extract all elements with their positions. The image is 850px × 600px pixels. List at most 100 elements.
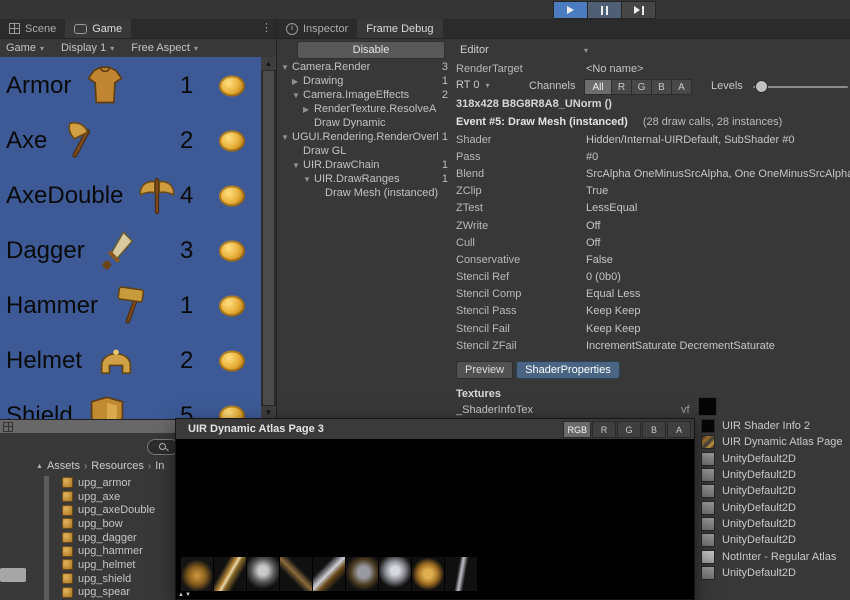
state-label: ZTest bbox=[453, 202, 586, 214]
foldout-open-icon[interactable]: ▼ bbox=[281, 63, 292, 72]
atlas-channel-b-button[interactable]: B bbox=[642, 421, 666, 438]
tab-scene[interactable]: Scene bbox=[0, 19, 65, 38]
arrow-down-icon: ▼ bbox=[185, 592, 192, 598]
state-label: ZWrite bbox=[453, 220, 586, 232]
tab-inspector[interactable]: Inspector bbox=[277, 19, 357, 38]
breadcrumb-assets[interactable]: Assets bbox=[47, 460, 80, 472]
scrollbar-handle[interactable] bbox=[0, 568, 26, 582]
atlas-channel-rgb-button[interactable]: RGB bbox=[563, 421, 591, 438]
game-mode-dropdown[interactable]: Game ▾ bbox=[0, 42, 55, 54]
event-row[interactable]: ▼ UIR.DrawRanges 1 bbox=[277, 172, 453, 186]
asset-item[interactable]: upg_hammer bbox=[56, 544, 175, 558]
play-button[interactable] bbox=[553, 1, 587, 19]
event-row-selected[interactable]: Draw Mesh (instanced) bbox=[277, 186, 453, 200]
shop-item-row-dagger[interactable]: Dagger 3 bbox=[0, 224, 258, 278]
asset-item[interactable]: upg_bow bbox=[56, 517, 175, 531]
event-row[interactable]: ▼ UIR.DrawChain 1 bbox=[277, 158, 453, 172]
channel-all-button[interactable]: All bbox=[584, 79, 612, 95]
asset-name: upg_bow bbox=[78, 518, 123, 530]
preview-button[interactable]: Preview bbox=[456, 361, 513, 379]
channel-a-button[interactable]: A bbox=[672, 79, 692, 95]
asset-item[interactable]: upg_dagger bbox=[56, 531, 175, 545]
texture-name: UnityDefault2D bbox=[722, 485, 796, 497]
asset-item[interactable]: upg_shield bbox=[56, 572, 175, 586]
shop-item-row-helmet[interactable]: Helmet 2 bbox=[0, 334, 258, 388]
step-button[interactable] bbox=[621, 1, 656, 19]
event-row[interactable]: ▼ Camera.ImageEffects 2 bbox=[277, 88, 453, 102]
shop-item-row-armor[interactable]: Armor 1 bbox=[0, 59, 258, 113]
texture-list-item[interactable]: UnityDefault2D bbox=[701, 467, 850, 483]
project-scrollbar[interactable] bbox=[44, 476, 49, 600]
event-row[interactable]: ▶ RenderTexture.ResolveA bbox=[277, 102, 453, 116]
tab-frame-debug[interactable]: Frame Debug bbox=[357, 19, 442, 38]
texture-property-row[interactable]: _ShaderInfoTex vf bbox=[453, 401, 850, 419]
foldout-closed-icon[interactable]: ▶ bbox=[303, 105, 314, 114]
shop-item-row-axe[interactable]: Axe 2 bbox=[0, 114, 258, 168]
asset-item[interactable]: upg_helmet bbox=[56, 558, 175, 572]
sprite-icon bbox=[62, 491, 73, 502]
atlas-sprite bbox=[346, 557, 378, 591]
channel-r-button[interactable]: R bbox=[612, 79, 632, 95]
atlas-channel-g-button[interactable]: G bbox=[617, 421, 641, 438]
event-header: Event #5: Draw Mesh (instanced) (28 draw… bbox=[453, 113, 850, 131]
levels-slider-thumb[interactable] bbox=[756, 81, 767, 92]
event-row[interactable]: ▼ Camera.Render 3 bbox=[277, 60, 453, 74]
texture-list-item[interactable]: UnityDefault2D bbox=[701, 516, 850, 532]
texture-list-item[interactable]: UIR Dynamic Atlas Page bbox=[701, 434, 850, 450]
game-scrollbar[interactable]: ▲ ▼ bbox=[261, 57, 276, 419]
item-quantity: 2 bbox=[180, 347, 193, 375]
texture-list-item[interactable]: UIR Shader Info 2 bbox=[701, 418, 850, 434]
atlas-channel-r-button[interactable]: R bbox=[592, 421, 616, 438]
texture-list-item[interactable]: UnityDefault2D bbox=[701, 532, 850, 548]
event-row[interactable]: ▼ UGUI.Rendering.RenderOverla 1 bbox=[277, 130, 453, 144]
target-selector-dropdown[interactable]: Editor ▾ bbox=[456, 42, 592, 58]
item-quantity: 2 bbox=[180, 127, 193, 155]
foldout-open-icon[interactable]: ▼ bbox=[281, 133, 292, 142]
atlas-window-title: UIR Dynamic Atlas Page 3 bbox=[188, 423, 324, 435]
asset-item[interactable]: upg_axeDouble bbox=[56, 503, 175, 517]
collapse-up-icon[interactable]: ▲ bbox=[36, 463, 43, 470]
channel-b-button[interactable]: B bbox=[652, 79, 672, 95]
channel-g-button[interactable]: G bbox=[632, 79, 652, 95]
texture-list-item[interactable]: UnityDefault2D bbox=[701, 451, 850, 467]
atlas-channel-a-button[interactable]: A bbox=[667, 421, 691, 438]
texture-name: UnityDefault2D bbox=[722, 469, 796, 481]
scrollbar-thumb[interactable] bbox=[262, 70, 275, 406]
foldout-open-icon[interactable]: ▼ bbox=[292, 161, 303, 170]
shop-item-row-shield[interactable]: Shield 5 bbox=[0, 389, 258, 419]
atlas-window-titlebar[interactable]: UIR Dynamic Atlas Page 3 RGB R G B A bbox=[176, 419, 694, 440]
foldout-open-icon[interactable]: ▼ bbox=[292, 91, 303, 100]
event-row[interactable]: Draw GL bbox=[277, 144, 453, 158]
disable-button[interactable]: Disable bbox=[297, 41, 445, 59]
shader-properties-button[interactable]: ShaderProperties bbox=[516, 361, 620, 379]
pause-button[interactable] bbox=[587, 1, 621, 19]
foldout-closed-icon[interactable]: ▶ bbox=[292, 77, 303, 86]
rt-dropdown[interactable]: RT 0 ▾ bbox=[456, 79, 489, 91]
tab-game[interactable]: Game bbox=[65, 19, 131, 38]
levels-slider[interactable] bbox=[753, 86, 848, 88]
game-view-pane: Scene Game ⋮ Game ▾ Display 1 ▾ Free Asp… bbox=[0, 19, 276, 419]
asset-item[interactable]: upg_spear bbox=[56, 586, 175, 600]
texture-list-item[interactable]: UnityDefault2D bbox=[701, 499, 850, 515]
shop-item-row-axedouble[interactable]: AxeDouble 4 bbox=[0, 169, 258, 223]
texture-list-item[interactable]: NotInter - Regular Atlas bbox=[701, 548, 850, 564]
display-dropdown[interactable]: Display 1 ▾ bbox=[55, 42, 125, 54]
target-selector-label: Editor bbox=[460, 44, 489, 56]
texture-list-item[interactable]: UnityDefault2D bbox=[701, 483, 850, 499]
tab-options-icon[interactable]: ⋮ bbox=[261, 21, 272, 34]
event-row[interactable]: Draw Dynamic bbox=[277, 116, 453, 130]
atlas-sprite bbox=[379, 557, 411, 591]
aspect-dropdown[interactable]: Free Aspect ▾ bbox=[125, 42, 209, 54]
scroll-up-icon[interactable]: ▲ bbox=[261, 57, 276, 70]
chevron-down-icon: ▾ bbox=[584, 46, 588, 55]
shop-item-row-hammer[interactable]: Hammer 1 bbox=[0, 279, 258, 333]
texture-list-item[interactable]: UnityDefault2D bbox=[701, 565, 850, 581]
asset-item[interactable]: upg_armor bbox=[56, 476, 175, 490]
asset-item[interactable]: upg_axe bbox=[56, 490, 175, 504]
foldout-open-icon[interactable]: ▼ bbox=[303, 175, 314, 184]
event-row[interactable]: ▶ Drawing 1 bbox=[277, 74, 453, 88]
texture-name: UnityDefault2D bbox=[722, 518, 796, 530]
breadcrumb-resources[interactable]: Resources bbox=[91, 460, 144, 472]
breadcrumb-current[interactable]: In bbox=[155, 460, 164, 472]
channels-label: Channels bbox=[529, 80, 575, 92]
